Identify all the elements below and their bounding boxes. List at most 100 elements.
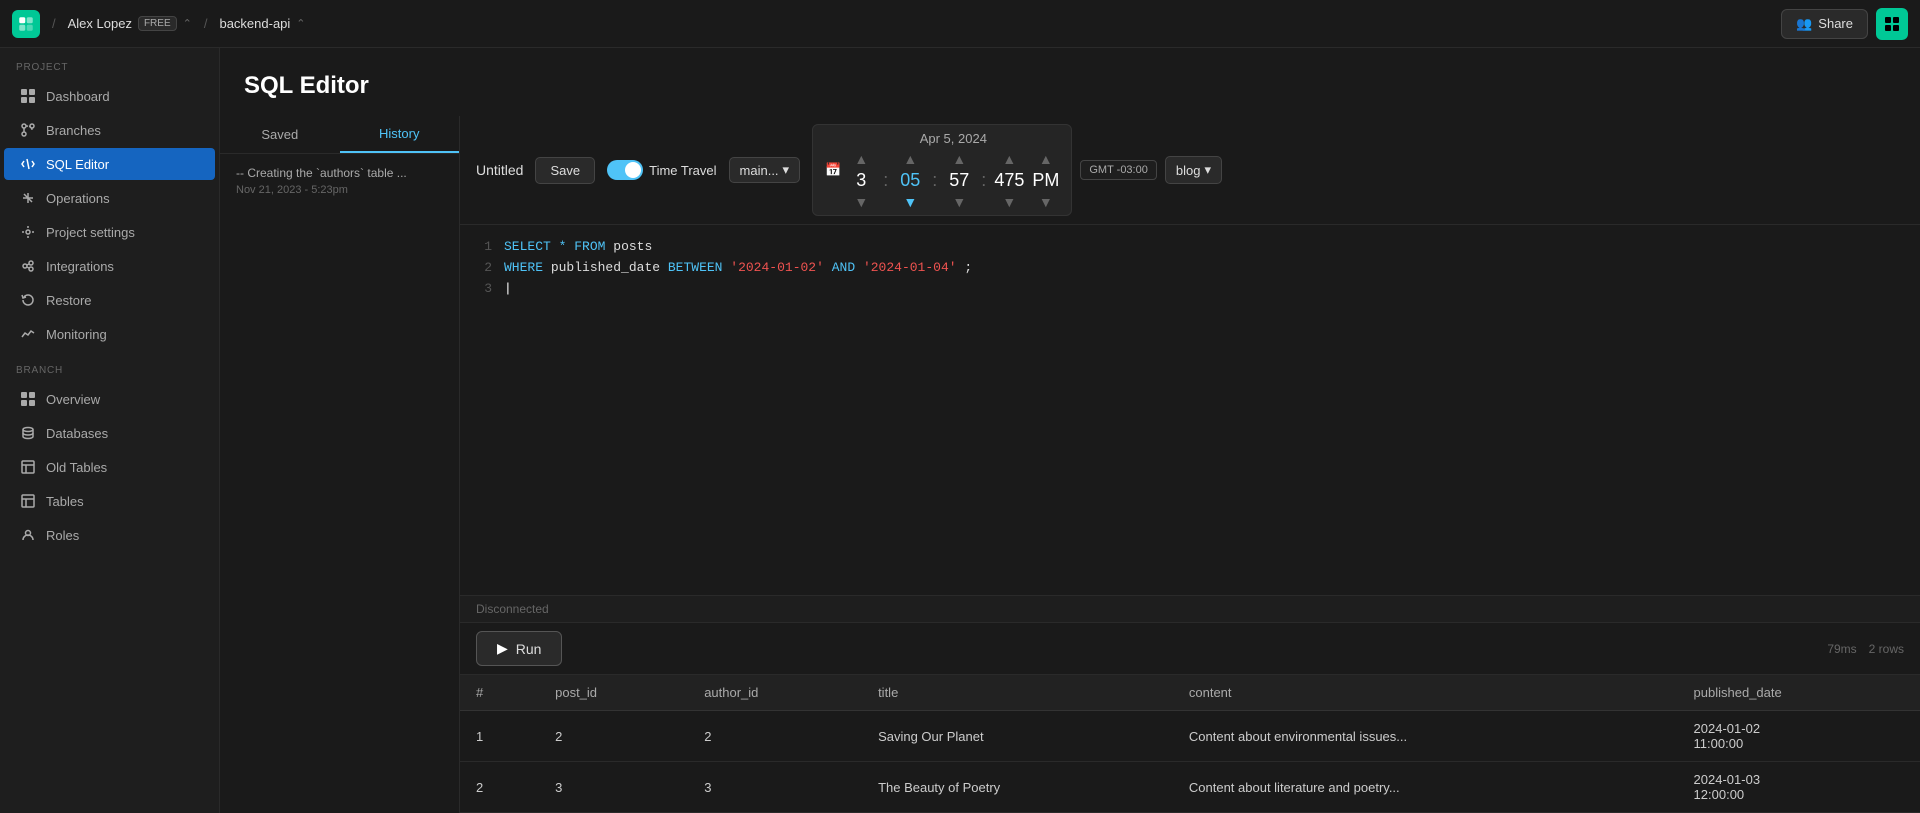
sep-s-ms: : <box>981 170 986 191</box>
row-2-content: Content about literature and poetry... <box>1173 762 1678 813</box>
connection-status: Disconnected <box>476 602 549 616</box>
history-tab[interactable]: History <box>340 116 460 153</box>
col-header-title: title <box>862 675 1173 711</box>
ms-value: 475 <box>994 170 1024 191</box>
minute-down-icon[interactable]: ▼ <box>903 195 917 209</box>
user-chevron-icon[interactable]: ⌃ <box>183 17 192 30</box>
second-up-icon[interactable]: ▲ <box>952 152 966 166</box>
project-name: backend-api <box>219 16 290 31</box>
ampm-up-icon[interactable]: ▲ <box>1039 152 1053 166</box>
second-down-icon[interactable]: ▼ <box>952 195 966 209</box>
sidebar-item-branches[interactable]: Branches <box>4 114 215 146</box>
code-line-2: 2 WHERE published_date BETWEEN '2024-01-… <box>476 258 1904 279</box>
sidebar-item-overview[interactable]: Overview <box>4 383 215 415</box>
sep2: / <box>204 16 208 31</box>
share-button[interactable]: 👥 Share <box>1781 9 1868 39</box>
grid-button[interactable] <box>1876 8 1908 40</box>
saved-tab[interactable]: Saved <box>220 116 340 153</box>
sql-editor-label: SQL Editor <box>46 157 109 172</box>
project-settings-label: Project settings <box>46 225 135 240</box>
sidebar-item-sql-editor[interactable]: SQL Editor <box>4 148 215 180</box>
sidebar-item-operations[interactable]: Operations <box>4 182 215 214</box>
database-selector[interactable]: blog ▾ <box>1165 156 1222 184</box>
ms-col: ▲ 475 ▼ <box>994 152 1024 209</box>
sidebar-item-dashboard[interactable]: Dashboard <box>4 80 215 112</box>
app-logo[interactable] <box>12 10 40 38</box>
share-icon: 👥 <box>1796 16 1812 32</box>
row-1-content: Content about environmental issues... <box>1173 711 1678 762</box>
minute-col: ▲ 05 ▼ <box>896 152 924 209</box>
sidebar: PROJECT Dashboard <box>0 48 220 813</box>
toolbar-row: Untitled Save Time Travel main... ▾ <box>476 124 1222 216</box>
settings-icon <box>20 224 36 240</box>
page-title: SQL Editor <box>244 72 1896 100</box>
old-tables-label: Old Tables <box>46 460 107 475</box>
sql-editor-header: SQL Editor <box>220 48 1920 116</box>
content-area: SQL Editor Saved History -- Creating the… <box>220 48 1920 813</box>
kw-and: AND <box>832 260 855 275</box>
ampm-down-icon[interactable]: ▼ <box>1039 195 1053 209</box>
row-2-author-id: 3 <box>688 762 862 813</box>
run-button[interactable]: ▶ Run <box>476 631 562 666</box>
database-value: blog <box>1176 163 1201 178</box>
time-travel-toggle[interactable] <box>607 160 643 180</box>
hour-down-icon[interactable]: ▼ <box>854 195 868 209</box>
minute-up-icon[interactable]: ▲ <box>903 152 917 166</box>
toggle-container: Time Travel <box>607 160 716 180</box>
grid-icon <box>20 88 36 104</box>
line-num-3: 3 <box>476 279 492 300</box>
calendar-icon: 📅 <box>825 162 841 178</box>
kw-from: FROM <box>574 239 605 254</box>
sidebar-item-monitoring[interactable]: Monitoring <box>4 318 215 350</box>
save-button[interactable]: Save <box>535 157 595 184</box>
old-tables-icon <box>20 459 36 475</box>
col-name: published_date <box>551 260 668 275</box>
sep-h-m: : <box>883 170 888 191</box>
time-row: ▲ 3 ▼ : ▲ 05 <box>847 152 1059 209</box>
ampm-value: PM <box>1032 170 1059 191</box>
tab-buttons: Saved History <box>220 116 459 154</box>
databases-label: Databases <box>46 426 108 441</box>
roles-icon <box>20 527 36 543</box>
sidebar-item-integrations[interactable]: Integrations <box>4 250 215 282</box>
code-line-3: 3 <box>476 279 1904 300</box>
run-area: ▶ Run 79ms 2 rows <box>460 622 1920 674</box>
user-info: Alex Lopez FREE ⌃ <box>68 16 192 31</box>
hour-col: ▲ 3 ▼ <box>847 152 875 209</box>
sidebar-item-roles[interactable]: Roles <box>4 519 215 551</box>
ms-down-icon[interactable]: ▼ <box>1002 195 1016 209</box>
monitoring-label: Monitoring <box>46 327 107 342</box>
date-display: Apr 5, 2024 <box>920 131 987 146</box>
sep1: / <box>52 16 56 31</box>
minute-value: 05 <box>896 170 924 191</box>
results-table: # post_id author_id title content publis… <box>460 674 1920 813</box>
sidebar-item-old-tables[interactable]: Old Tables <box>4 451 215 483</box>
table-header-row: # post_id author_id title content publis… <box>460 675 1920 711</box>
line-content-3 <box>504 279 512 300</box>
code-line-1: 1 SELECT * FROM posts <box>476 237 1904 258</box>
kw-star: * <box>559 239 567 254</box>
branch-value: main... <box>740 163 779 178</box>
branch-selector[interactable]: main... ▾ <box>729 157 801 183</box>
restore-label: Restore <box>46 293 92 308</box>
row-1-post-id: 2 <box>539 711 688 762</box>
code-editor[interactable]: 1 SELECT * FROM posts 2 <box>460 225 1920 595</box>
restore-icon <box>20 292 36 308</box>
database-icon <box>20 425 36 441</box>
history-item-0[interactable]: -- Creating the `authors` table ... Nov … <box>220 154 459 208</box>
hour-up-icon[interactable]: ▲ <box>854 152 868 166</box>
toggle-knob <box>625 162 641 178</box>
db-chevron-icon: ▾ <box>1204 162 1211 178</box>
integrations-icon <box>20 258 36 274</box>
sidebar-item-databases[interactable]: Databases <box>4 417 215 449</box>
str-date1: '2024-01-02' <box>730 260 824 275</box>
tables-icon <box>20 493 36 509</box>
sidebar-item-project-settings[interactable]: Project settings <box>4 216 215 248</box>
project-chevron-icon[interactable]: ⌃ <box>296 17 305 30</box>
ms-up-icon[interactable]: ▲ <box>1002 152 1016 166</box>
sidebar-item-tables[interactable]: Tables <box>4 485 215 517</box>
project-selector[interactable]: backend-api ⌃ <box>219 16 305 31</box>
run-label: Run <box>516 641 542 657</box>
kw-select: SELECT <box>504 239 551 254</box>
sidebar-item-restore[interactable]: Restore <box>4 284 215 316</box>
